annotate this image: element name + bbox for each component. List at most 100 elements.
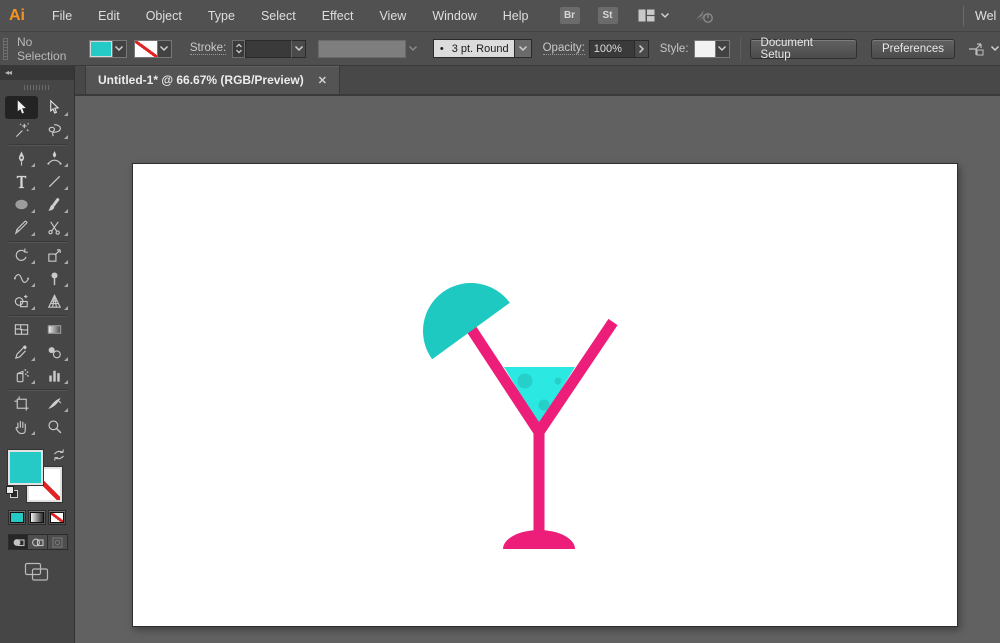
panel-grip-handle[interactable] [24,85,51,90]
mesh-tool[interactable] [5,318,38,341]
cocktail-artwork[interactable] [133,164,959,628]
drawing-mode-buttons [8,534,68,550]
panel-grip-handle[interactable] [3,37,8,60]
menu-edit[interactable]: Edit [85,0,133,32]
isolate-selected-object-icon[interactable] [967,41,1000,57]
ellipse-tool[interactable] [5,193,38,216]
gradient-mode-button[interactable] [28,510,46,525]
change-screen-mode-icon[interactable] [24,562,50,582]
glass-base-shape[interactable] [503,530,575,549]
color-type-buttons [8,510,66,525]
chevron-down-icon [235,49,242,54]
stroke-color-dropdown[interactable] [133,39,172,58]
stock-button[interactable]: St [597,7,618,24]
opacity-expand-button[interactable] [634,39,649,58]
tools-panel: ◂◂ [0,66,75,643]
magic-wand-tool[interactable] [5,119,38,142]
artboard[interactable] [132,163,958,627]
column-graph-tool[interactable] [38,364,71,387]
fill-stroke-indicator [0,448,75,504]
menu-window[interactable]: Window [419,0,489,32]
default-fill-stroke-icon[interactable] [6,486,19,499]
selection-tool[interactable] [5,96,38,119]
color-mode-button[interactable] [8,510,26,525]
document-setup-button[interactable]: Document Setup [749,37,857,61]
hand-tool[interactable] [5,415,38,438]
document-title: Untitled-1* @ 66.67% (RGB/Preview) [98,73,304,87]
fill-color-swatch[interactable] [89,40,112,57]
stroke-weight-stepper[interactable] [232,39,246,58]
brush-definition-chevron[interactable] [514,39,532,58]
chevron-down-icon [660,12,669,19]
line-segment-tool[interactable] [38,170,71,193]
artboard-tool[interactable] [5,392,38,415]
illustrator-logo: Ai [9,6,25,24]
puppet-warp-tool[interactable] [38,267,71,290]
close-tab-icon[interactable]: ✕ [318,74,327,87]
brush-definition-dropdown[interactable]: • 3 pt. Round [432,39,515,58]
draw-inside-button[interactable] [48,534,68,550]
creative-cloud-sync-icon[interactable] [692,8,714,24]
control-bar: No Selection Stroke: • 3 pt. Round Opaci… [0,32,1000,66]
glass-stem-shape[interactable] [533,425,545,537]
scissors-tool[interactable] [38,216,71,239]
menu-file[interactable]: File [39,0,85,32]
menu-help[interactable]: Help [490,0,542,32]
document-tab[interactable]: Untitled-1* @ 66.67% (RGB/Preview) ✕ [85,66,340,94]
menu-effect[interactable]: Effect [309,0,367,32]
eyedropper-tool[interactable] [5,341,38,364]
paintbrush-tool[interactable] [38,193,71,216]
stroke-weight-dropdown[interactable] [291,39,307,58]
collapse-panel-button[interactable]: ◂◂ [0,66,74,80]
draw-behind-button[interactable] [28,534,48,550]
blend-tool[interactable] [38,341,71,364]
divider [963,6,964,26]
slice-tool[interactable] [38,392,71,415]
menu-type[interactable]: Type [195,0,248,32]
type-tool[interactable] [5,170,38,193]
pen-tool[interactable] [5,147,38,170]
bubble-shape[interactable] [538,399,550,411]
lasso-tool[interactable] [38,119,71,142]
stroke-panel-link[interactable]: Stroke: [189,42,227,55]
workspace-layout-icon[interactable] [638,9,670,22]
bubble-shape[interactable] [517,373,533,389]
draw-normal-button[interactable] [8,534,28,550]
fill-color-proxy[interactable] [7,449,44,486]
gradient-tool[interactable] [38,318,71,341]
none-mode-button[interactable] [48,510,66,525]
chevron-down-icon [718,45,727,52]
menu-select[interactable]: Select [248,0,309,32]
width-tool[interactable] [5,267,38,290]
divider [739,36,741,61]
document-tab-strip: Untitled-1* @ 66.67% (RGB/Preview) ✕ [75,66,1000,96]
fill-color-dropdown[interactable] [88,39,127,58]
menu-object[interactable]: Object [133,0,195,32]
opacity-panel-link[interactable]: Opacity: [542,42,585,55]
canvas-pasteboard[interactable] [75,96,1000,643]
shape-builder-tool[interactable] [5,290,38,313]
stroke-none-swatch[interactable] [134,40,157,57]
symbol-sprayer-tool[interactable] [5,364,38,387]
opacity-input[interactable] [588,39,635,58]
swap-fill-stroke-icon[interactable] [52,448,66,462]
style-swatch[interactable] [694,40,715,57]
umbrella-shape[interactable] [404,264,510,360]
direct-selection-tool[interactable] [38,96,71,119]
style-dropdown[interactable] [693,39,730,58]
stroke-weight-input[interactable] [245,39,292,58]
menu-view[interactable]: View [366,0,419,32]
tools-grid [5,96,71,438]
zoom-tool[interactable] [38,415,71,438]
selection-status-label: No Selection [17,34,67,63]
free-transform-tool[interactable] [38,244,71,267]
bridge-button[interactable]: Br [559,7,580,24]
style-label: Style: [659,42,689,55]
preferences-button[interactable]: Preferences [870,38,955,59]
pencil-tool[interactable] [5,216,38,239]
workspace-name-label[interactable]: Wel [975,0,1000,32]
rotate-tool[interactable] [5,244,38,267]
curvature-tool[interactable] [38,147,71,170]
bubble-shape[interactable] [554,377,562,385]
perspective-grid-tool[interactable] [38,290,71,313]
